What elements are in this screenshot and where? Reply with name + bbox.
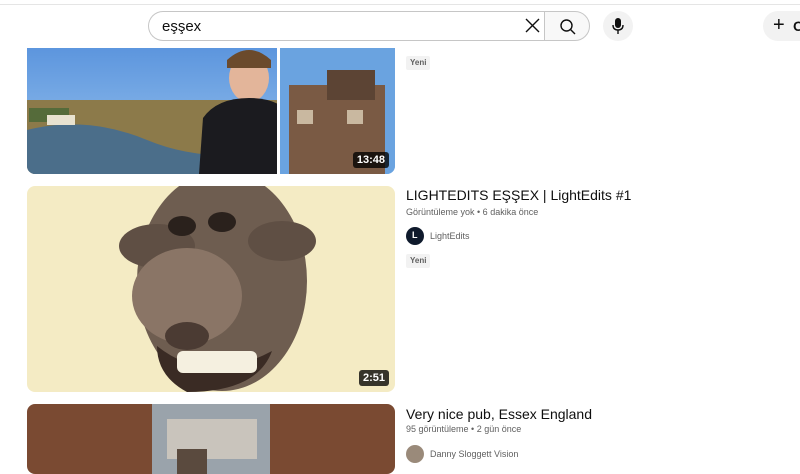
channel-avatar: L [406, 227, 424, 245]
new-badge: Yeni [406, 56, 431, 70]
video-title[interactable]: LIGHTEDITS EŞŞEX | LightEdits #1 [406, 187, 631, 203]
video-meta: 95 görüntüleme • 2 gün önce [406, 424, 522, 434]
channel-name: LightEdits [430, 231, 470, 241]
close-icon [525, 18, 540, 33]
video-thumbnail[interactable] [27, 404, 395, 474]
search-results: 13:48 Yeni 2:51 LIGHTEDITS EŞŞEX | Light… [0, 0, 800, 474]
create-button[interactable]: + O [763, 11, 800, 41]
microphone-icon [612, 18, 624, 34]
channel-avatar [406, 445, 424, 463]
plus-icon: + [773, 14, 785, 36]
voice-search-button[interactable] [603, 11, 633, 41]
channel-name: Danny Sloggett Vision [430, 449, 519, 459]
video-duration: 2:51 [358, 370, 389, 386]
create-label: O [793, 18, 800, 34]
thumbnail-image [27, 186, 395, 392]
video-title[interactable]: Very nice pub, Essex England [406, 406, 592, 422]
video-meta: Görüntüleme yok • 6 dakika önce [406, 207, 539, 217]
clear-search-button[interactable] [520, 14, 544, 38]
thumbnail-image [27, 404, 395, 474]
masthead: + O [0, 0, 800, 48]
new-badge: Yeni [406, 254, 431, 268]
divider [0, 4, 800, 5]
search-input[interactable] [162, 16, 502, 36]
video-thumbnail[interactable]: 2:51 [27, 186, 395, 392]
search-button[interactable] [544, 11, 590, 41]
video-duration: 13:48 [352, 152, 389, 168]
search-icon [560, 19, 576, 35]
